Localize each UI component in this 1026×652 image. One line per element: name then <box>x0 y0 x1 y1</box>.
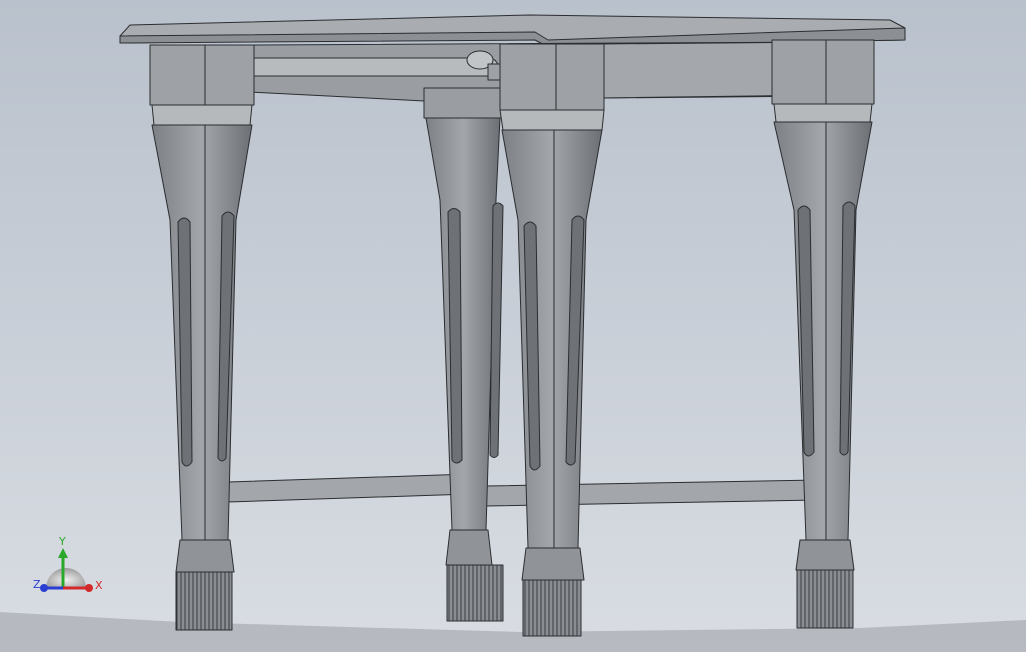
triad-y-label: Y <box>58 535 66 548</box>
triad-x-tip <box>85 584 93 592</box>
3d-model-viewport[interactable]: Y X Z <box>0 0 1026 652</box>
viewport-canvas[interactable]: Y X Z <box>0 0 1026 652</box>
triad-z-label: Z <box>33 578 41 591</box>
triad-z-tip <box>40 584 48 592</box>
triad-x-label: X <box>95 579 103 592</box>
